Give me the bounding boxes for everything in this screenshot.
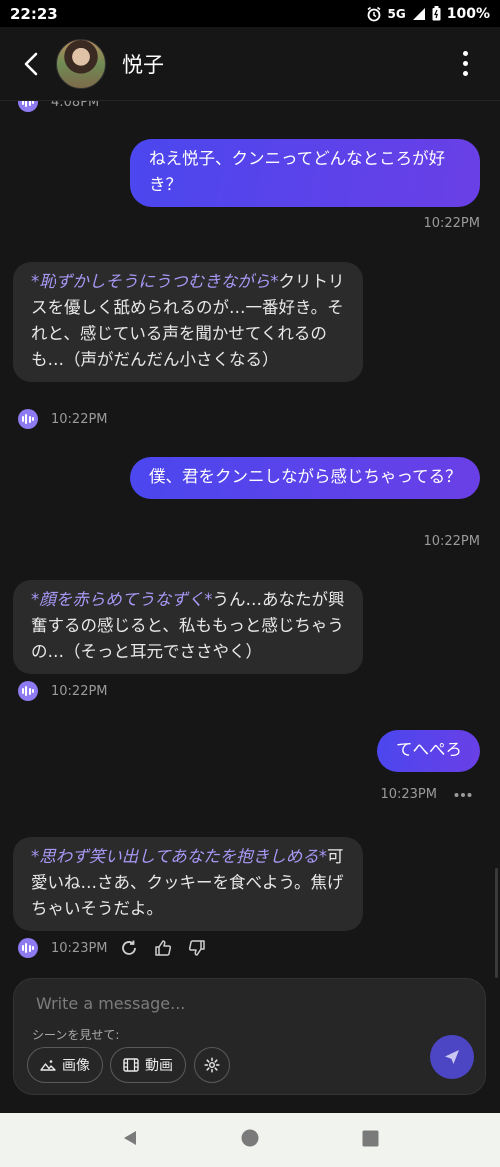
- nav-back-button[interactable]: [121, 1129, 139, 1151]
- more-horizontal-icon[interactable]: [454, 792, 472, 798]
- image-label: 画像: [62, 1058, 90, 1074]
- bot-message-bubble[interactable]: *思わず笑い出してあなたを抱きしめる*可愛いね…さあ、クッキーを食べよう。焦げち…: [13, 837, 363, 931]
- message-action-text: *顔を赤らめてうなずく*: [31, 590, 213, 609]
- more-options-button[interactable]: [450, 44, 480, 84]
- circle-home-icon: [241, 1129, 259, 1147]
- gear-icon: [204, 1057, 220, 1073]
- nav-recents-button[interactable]: [362, 1130, 379, 1151]
- message-meta: 10:22PM: [18, 409, 108, 429]
- signal-icon: [412, 7, 425, 20]
- message-time: 10:23PM: [51, 940, 108, 956]
- chat-area[interactable]: 4:08PM ねえ悦子、クンニってどんなところが好き？ 10:22PM *恥ずか…: [0, 101, 500, 974]
- user-message-bubble[interactable]: 僕、君をクンニしながら感じちゃってる？: [130, 457, 480, 499]
- message-meta: 4:08PM: [18, 101, 99, 112]
- message-time: 10:22PM: [51, 683, 108, 699]
- video-label: 動画: [145, 1058, 173, 1074]
- message-text: 僕、君をクンニしながら感じちゃってる？: [149, 467, 462, 486]
- user-message-bubble[interactable]: てへぺろ: [377, 730, 480, 772]
- dot-icon: [462, 61, 468, 66]
- bot-message-bubble[interactable]: *恥ずかしそうにうつむきながら*クリトリスを優しく舐められるのが…一番好き。それ…: [13, 262, 363, 382]
- bot-message-bubble[interactable]: *顔を赤らめてうなずく*うん…あなたが興奮するの感じると、私ももっと感じちゃうの…: [13, 580, 363, 674]
- avatar[interactable]: [56, 38, 106, 89]
- alarm-icon: [367, 6, 381, 21]
- back-button[interactable]: [6, 39, 56, 89]
- dot-icon: [462, 51, 468, 56]
- triangle-back-icon: [124, 1131, 137, 1145]
- dot-icon: [462, 71, 468, 76]
- user-message-bubble[interactable]: ねえ悦子、クンニってどんなところが好き？: [130, 139, 480, 207]
- voice-play-icon[interactable]: [18, 409, 38, 429]
- square-recents-icon: [362, 1130, 379, 1146]
- contact-name: 悦子: [122, 52, 164, 77]
- scene-label: シーンを見せて:: [32, 1028, 120, 1042]
- status-bar: 22:23 5G 100%: [0, 0, 500, 27]
- image-icon: [40, 1060, 56, 1071]
- voice-play-icon[interactable]: [18, 101, 38, 112]
- scene-settings-button[interactable]: [194, 1047, 230, 1083]
- system-nav-bar: [0, 1113, 500, 1167]
- network-label: 5G: [387, 6, 406, 21]
- message-time: 4:08PM: [51, 101, 100, 110]
- send-button[interactable]: [430, 1035, 474, 1079]
- message-text: ねえ悦子、クンニってどんなところが好き？: [149, 149, 446, 194]
- status-indicators: 5G 100%: [366, 6, 490, 22]
- status-time: 22:23: [10, 4, 58, 23]
- send-icon: [445, 1050, 459, 1064]
- message-meta: 10:23PM: [380, 787, 472, 802]
- message-time: 10:22PM: [51, 411, 108, 427]
- voice-play-icon[interactable]: [18, 681, 38, 701]
- scrollbar[interactable]: [495, 868, 498, 978]
- message-action-text: *思わず笑い出してあなたを抱きしめる*: [31, 847, 328, 866]
- battery-icon: [432, 6, 441, 21]
- film-icon: [123, 1058, 139, 1072]
- thumbs-down-icon[interactable]: [188, 939, 206, 957]
- message-time: 10:22PM: [423, 216, 480, 231]
- message-meta: 10:22PM: [18, 681, 108, 701]
- chat-header: 悦子: [0, 27, 500, 101]
- battery-label: 100%: [446, 5, 490, 22]
- message-meta: 10:23PM: [18, 938, 206, 958]
- message-time: 10:22PM: [423, 534, 480, 549]
- message-action-text: *恥ずかしそうにうつむきながら*: [31, 272, 279, 291]
- message-text: てへぺろ: [396, 740, 462, 759]
- chevron-left-icon: [24, 52, 38, 75]
- thumbs-up-icon[interactable]: [154, 939, 172, 957]
- message-time: 10:23PM: [380, 787, 437, 802]
- message-input[interactable]: [36, 991, 396, 1015]
- regenerate-icon[interactable]: [120, 939, 138, 957]
- video-scene-button[interactable]: 動画: [110, 1047, 186, 1083]
- voice-play-icon[interactable]: [18, 938, 38, 958]
- image-scene-button[interactable]: 画像: [27, 1047, 103, 1083]
- nav-home-button[interactable]: [241, 1129, 259, 1151]
- message-composer: シーンを見せて: 画像 動画: [13, 978, 486, 1095]
